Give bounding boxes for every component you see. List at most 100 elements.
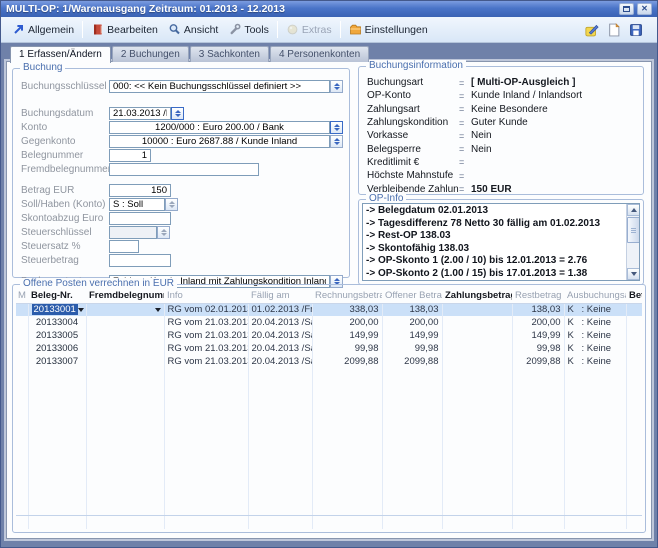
buchungsschluessel-dropdown-button[interactable] [330, 80, 343, 93]
ausbuchungsart-cell[interactable]: K: Keine [564, 329, 626, 342]
tab-personenkonten[interactable]: 4 Personenkonten [270, 46, 369, 62]
menu-ansicht[interactable]: Ansicht [163, 21, 223, 38]
belegnummer-input[interactable] [109, 149, 151, 162]
ausbuchungsart-cell[interactable]: K: Keine [564, 355, 626, 368]
zahlungsbetrag-cell[interactable] [442, 303, 512, 316]
gegenkonto-input[interactable] [109, 135, 330, 148]
table-row[interactable]: 20133004 RG vom 21.03.2013 20.04.2013 /S… [16, 316, 642, 329]
betrag-cell[interactable] [626, 329, 642, 342]
restore-button[interactable] [619, 3, 634, 15]
col-offener-betrag[interactable]: Offener Betrag [382, 288, 442, 303]
tab-erfassen-aendern[interactable]: 1 Erfassen/Ändern [10, 46, 111, 63]
faellig-cell: 01.02.2013 /Fr [248, 303, 312, 316]
betrag-eur-input[interactable] [109, 184, 171, 197]
gegenkonto-dropdown-button[interactable] [330, 135, 343, 148]
info-cell: RG vom 21.03.2013 [164, 316, 248, 329]
skontoabzug-input[interactable] [109, 212, 171, 225]
zahlungsbetrag-cell[interactable] [442, 342, 512, 355]
scroll-up-button[interactable] [627, 204, 640, 216]
beleg-nr-cell: 20133004 [28, 316, 86, 329]
fremdbelegnummer-input[interactable] [109, 163, 259, 176]
col-m[interactable]: M [16, 288, 28, 303]
dropdown-arrow-icon[interactable] [155, 308, 161, 312]
konto-input[interactable] [109, 121, 330, 134]
magnifier-icon [168, 23, 181, 36]
spinner-up-icon [334, 124, 340, 127]
titlebar[interactable]: MULTI-OP: 1/Warenausgang Zeitraum: 01.20… [1, 1, 657, 17]
op-info-listbox[interactable]: -> Belegdatum 02.01.2013 -> Tagesdiffere… [362, 203, 640, 281]
col-restbetrag[interactable]: Restbetrag [512, 288, 564, 303]
tab-buchungen[interactable]: 2 Buchungen [112, 46, 189, 62]
new-document-button[interactable] [607, 23, 621, 37]
menu-label: Allgemein [28, 24, 74, 36]
scrollbar-thumb[interactable] [627, 217, 640, 243]
konto-dropdown-button[interactable] [330, 121, 343, 134]
col-info[interactable]: Info [164, 288, 248, 303]
betrag-cell[interactable] [626, 355, 642, 368]
zahlungsbetrag-cell[interactable] [442, 329, 512, 342]
steuerschluessel-input[interactable] [109, 226, 157, 239]
tab-sachkonten[interactable]: 3 Sachkonten [190, 46, 269, 62]
betrag-cell[interactable] [626, 303, 642, 316]
scroll-down-button[interactable] [627, 268, 640, 280]
steuerbetrag-input[interactable] [109, 254, 171, 267]
menu-einstellungen[interactable]: Einstellungen [344, 21, 433, 38]
soll-haben-dropdown-button[interactable] [165, 198, 178, 211]
col-beleg-nr[interactable]: Beleg-Nr. [28, 288, 86, 303]
restbetrag-cell: 200,00 [512, 316, 564, 329]
steuerschluessel-dropdown-button[interactable] [157, 226, 170, 239]
menu-tools[interactable]: Tools [223, 21, 274, 38]
empty-row [16, 368, 642, 381]
spinner-up-icon [334, 138, 340, 141]
spinner-up-icon [334, 278, 340, 281]
dropdown-arrow-icon[interactable] [78, 308, 84, 312]
equals-bullet: = [459, 171, 471, 181]
col-rechnungsbetrag[interactable]: Rechnungsbetrag [312, 288, 382, 303]
betrag-cell[interactable] [626, 316, 642, 329]
buchungsdatum-spinner-button[interactable] [171, 107, 184, 120]
soll-haben-label: Soll/Haben (Konto) [21, 199, 109, 210]
toolbar-separator [82, 21, 83, 38]
buchungsinformation-groupbox: Buchungsinformation Buchungsart=[ Multi-… [358, 66, 644, 195]
ausbuchungsart-cell[interactable]: K: Keine [564, 342, 626, 355]
soll-haben-input[interactable] [109, 198, 165, 211]
faellig-cell: 20.04.2013 /Sa [248, 329, 312, 342]
rechnungsbetrag-cell: 2099,88 [312, 355, 382, 368]
toolbar-separator [340, 21, 341, 38]
table-row[interactable]: 20133007 RG vom 21.03.2013 20.04.2013 /S… [16, 355, 642, 368]
zahlungsbetrag-cell[interactable] [442, 316, 512, 329]
menu-bearbeiten[interactable]: Bearbeiten [86, 21, 163, 38]
info-cell: RG vom 02.01.2013 [164, 303, 248, 316]
col-faellig-am[interactable]: Fällig am [248, 288, 312, 303]
col-zahlungsbetrag[interactable]: Zahlungsbetrag [442, 288, 512, 303]
buchungsschluessel-label: Buchungsschlüssel [21, 81, 109, 92]
zahlungsbetrag-cell[interactable] [442, 355, 512, 368]
steuersatz-input[interactable] [109, 240, 139, 253]
annotate-button[interactable] [585, 23, 599, 37]
menu-allgemein[interactable]: Allgemein [7, 21, 79, 38]
col-betrag[interactable]: Betrag [626, 288, 642, 303]
window-title: MULTI-OP: 1/Warenausgang Zeitraum: 01.20… [6, 3, 285, 15]
info-row: Verbleibende Zahlung=150 EUR [367, 182, 639, 195]
buchungsschluessel-input[interactable] [109, 80, 330, 93]
table-row[interactable]: 20133001 RG vom 02.01.2013 01.02.2013 /F… [16, 303, 642, 316]
equals-bullet: = [459, 91, 471, 101]
betrag-cell[interactable] [626, 342, 642, 355]
table-row[interactable]: 20133005 RG vom 21.03.2013 20.04.2013 /S… [16, 329, 642, 342]
beleg-nr-cell[interactable]: 20133001 [32, 304, 78, 315]
table-row[interactable]: 20133006 RG vom 21.03.2013 20.04.2013 /S… [16, 342, 642, 355]
ausbuchungsart-cell[interactable]: K: Keine [564, 303, 626, 316]
save-button[interactable] [629, 23, 643, 37]
spinner-down-icon [161, 233, 167, 236]
empty-row [16, 498, 642, 511]
info-cell: RG vom 21.03.2013 [164, 355, 248, 368]
col-ausbuchungsart[interactable]: Ausbuchungsart [564, 288, 626, 303]
close-button[interactable]: ✕ [637, 3, 652, 15]
op-info-scrollbar[interactable] [626, 204, 639, 280]
empty-row [16, 524, 642, 529]
info-row: Zahlungskondition=Guter Kunde [367, 116, 639, 129]
col-fremdbelegnummer[interactable]: Fremdbelegnummer [86, 288, 164, 303]
buchungsdatum-input[interactable] [109, 107, 171, 120]
menu-label: Bearbeiten [107, 24, 158, 36]
ausbuchungsart-cell[interactable]: K: Keine [564, 316, 626, 329]
